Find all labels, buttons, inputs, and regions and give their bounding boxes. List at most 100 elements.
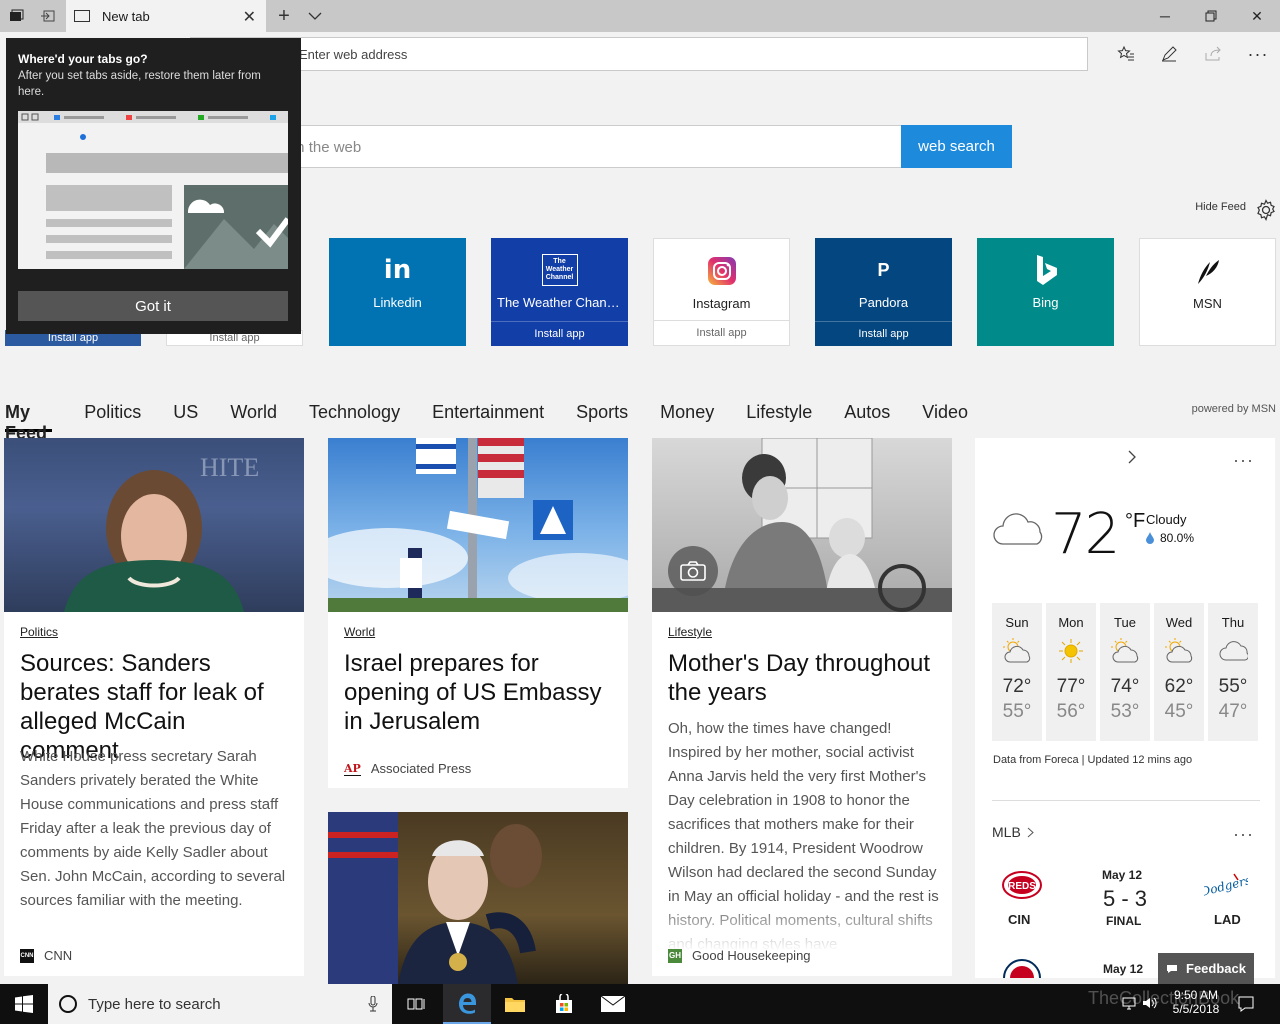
tile-install-label[interactable]: Install app [491,321,628,346]
taskbar-search-input[interactable]: Type here to search [48,984,392,1024]
tile-instagram[interactable]: Instagram Install app [653,238,790,346]
partly-cloudy-icon [1154,638,1204,664]
action-center-icon[interactable] [1238,996,1254,1017]
tile-install-label[interactable]: Install app [654,320,789,345]
cloud-icon [991,508,1045,553]
close-window-button[interactable]: ✕ [1234,0,1280,32]
sun-icon [1046,638,1096,664]
chevron-right-icon [1027,827,1034,837]
home-team[interactable]: CIN [1008,912,1030,927]
forecast-day[interactable]: Sun 72° 55° [992,603,1042,741]
tab-video[interactable]: Video [922,396,968,432]
tab-politics[interactable]: Politics [84,396,141,432]
more-options-icon[interactable]: ··· [1233,450,1254,471]
forecast-day[interactable]: Thu 55° 47° [1208,603,1258,741]
svg-text:REDS: REDS [1008,881,1036,892]
forecast-day[interactable]: Mon 77° 56° [1046,603,1096,741]
search-input[interactable]: Search the web [290,125,902,168]
tab-entertainment[interactable]: Entertainment [432,396,544,432]
task-view-icon[interactable] [393,984,441,1024]
feedback-button[interactable]: Feedback [1158,953,1254,984]
forecast-low: 53° [1110,701,1140,722]
dodgers-logo: Dodgers [1198,870,1252,909]
restore-button[interactable] [1188,0,1234,32]
mail-icon[interactable] [589,984,637,1024]
tab-new-tab[interactable]: New tab ✕ [66,0,266,32]
forecast-day[interactable]: Wed 62° 45° [1154,603,1204,741]
tab-autos[interactable]: Autos [844,396,890,432]
partly-cloudy-icon [992,638,1042,664]
forecast-low: 45° [1164,701,1194,722]
clock[interactable]: 9:50 AM 5/5/2018 [1170,988,1222,1016]
forecast-low: 47° [1218,701,1248,722]
edge-taskbar-icon[interactable] [443,984,491,1024]
minimize-button[interactable]: ─ [1142,0,1188,32]
web-search-button[interactable]: web search [901,125,1012,168]
temperature-unit[interactable]: °F [1125,510,1145,533]
source-name: Good Housekeeping [692,948,811,963]
hide-feed-link[interactable]: Hide Feed [1180,201,1246,217]
forecast-high: 72° [1002,676,1032,697]
microphone-icon[interactable] [368,996,378,1012]
got-it-button[interactable]: Got it [18,291,288,321]
powered-by-label: powered by MSN [1191,403,1276,415]
article-headline[interactable]: Israel prepares for opening of US Embass… [344,649,614,736]
store-icon[interactable] [540,984,588,1024]
article-category[interactable]: World [344,625,375,639]
news-card-medal[interactable] [328,812,628,984]
forecast-day[interactable]: Tue 74° 53° [1100,603,1150,741]
tile-pandora[interactable]: P Pandora Install app [815,238,952,346]
tabs-aside-icon[interactable] [0,0,32,32]
tab-money[interactable]: Money [660,396,714,432]
article-category[interactable]: Lifestyle [668,625,712,639]
tile-linkedin[interactable]: in Linkedin [329,238,466,346]
tile-msn[interactable]: MSN [1139,238,1276,346]
precipitation: 80.0% [1146,531,1194,545]
address-bar[interactable]: Enter web address [190,37,1088,71]
close-tab-icon[interactable]: ✕ [243,7,256,27]
volume-icon[interactable] [1142,996,1158,1015]
share-icon[interactable] [1197,38,1229,70]
tab-my-feed[interactable]: My Feed [5,396,53,443]
chevron-right-icon[interactable] [1127,450,1137,469]
linkedin-icon: in [383,255,412,285]
more-options-icon[interactable]: ··· [1233,824,1254,845]
popup-title: Where'd your tabs go? [18,52,148,66]
tile-weather-channel[interactable]: The Weather Channel The Weather Channel … [491,238,628,346]
favorites-icon[interactable] [1110,38,1142,70]
article-headline[interactable]: Mother's Day throughout the years [668,649,944,707]
article-source[interactable]: GH Good Housekeeping [668,948,811,963]
file-explorer-icon[interactable] [491,984,539,1024]
weather-data-source[interactable]: Data from Foreca | Updated 12 mins ago [993,754,1192,766]
article-image [328,812,628,984]
more-icon[interactable]: ··· [1242,38,1274,70]
tab-us[interactable]: US [173,396,198,432]
source-name: CNN [44,948,73,963]
news-card-sanders[interactable]: HITE Politics Sources: Sanders berates s… [4,438,304,976]
article-source[interactable]: AP Associated Press [344,761,471,776]
news-card-mothers-day[interactable]: Lifestyle Mother's Day throughout the ye… [652,438,952,976]
tab-world[interactable]: World [230,396,277,432]
network-icon[interactable] [1122,996,1136,1015]
gear-icon[interactable] [1255,199,1277,226]
news-card-israel[interactable]: World Israel prepares for opening of US … [328,438,628,788]
article-source[interactable]: CNN CNN [20,948,72,963]
article-category[interactable]: Politics [20,625,58,639]
pen-icon[interactable] [1153,38,1185,70]
windows-start-icon[interactable] [0,984,48,1024]
tile-bing[interactable]: Bing [977,238,1114,346]
chevron-down-icon[interactable] [299,0,331,32]
new-tab-icon[interactable]: + [268,0,300,32]
away-team[interactable]: LAD [1214,912,1241,927]
mlb-header[interactable]: MLB [992,824,1034,840]
set-tabs-aside-icon[interactable] [32,0,64,32]
tab-technology[interactable]: Technology [309,396,400,432]
tab-sports[interactable]: Sports [576,396,628,432]
svg-text:Dodgers: Dodgers [1204,873,1248,899]
game-date: May 12 [1103,962,1144,976]
tab-lifestyle[interactable]: Lifestyle [746,396,812,432]
tile-install-label[interactable]: Install app [815,321,952,346]
camera-icon[interactable] [668,546,718,596]
source-name: Associated Press [370,761,472,776]
mlb-title: MLB [992,824,1021,840]
